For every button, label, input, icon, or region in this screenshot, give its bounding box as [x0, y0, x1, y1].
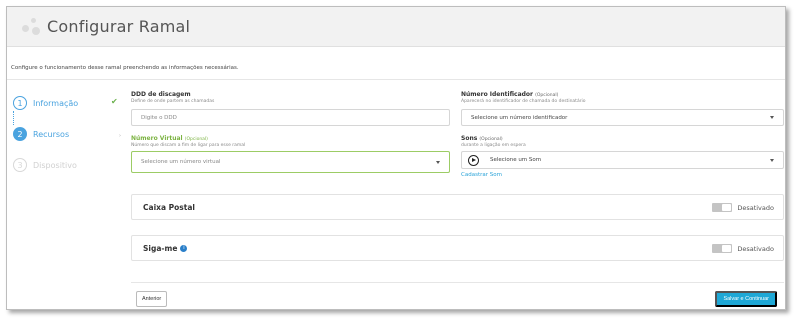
numero-virtual-select[interactable]: Selecione um número virtual: [131, 151, 450, 173]
step-number: 3: [13, 158, 27, 172]
siga-me-toggle[interactable]: [712, 244, 733, 253]
caret-down-icon: [770, 116, 774, 119]
identificador-label: Número Identificador (Opcional): [461, 91, 559, 98]
sons-value: Selecione um Som: [490, 157, 542, 163]
page-title: Configurar Ramal: [47, 17, 191, 36]
check-icon: ✔: [111, 97, 118, 106]
chevron-right-icon: ›: [119, 133, 121, 139]
ddd-help: Define de onde partem as chamadas: [131, 99, 215, 104]
stepper: 1 Informação ✔ 2 Recursos 3 Dispositivo: [13, 95, 123, 188]
configurar-ramal-window: Configurar Ramal Configure o funcionamen…: [6, 6, 786, 310]
caixa-postal-toggle[interactable]: [712, 203, 733, 212]
sons-label: Sons (Opcional): [461, 135, 503, 142]
ddd-input[interactable]: Digite o DDD: [131, 109, 450, 126]
siga-me-toggle-group: Desativado: [712, 244, 774, 253]
identificador-value: Selecione um número identificador: [471, 114, 568, 121]
step-recursos[interactable]: 2 Recursos: [13, 126, 123, 142]
ddd-label: DDD de discagem: [131, 91, 191, 98]
anterior-button[interactable]: Anterior: [136, 291, 168, 307]
step-label: Dispositivo: [33, 160, 77, 170]
step-informacao[interactable]: 1 Informação ✔: [13, 95, 123, 111]
sons-help: durante a ligação em espera: [461, 143, 526, 148]
siga-me-status: Desativado: [737, 244, 774, 253]
numero-virtual-label: Número Virtual (Opcional): [131, 135, 208, 142]
step-label: Informação: [33, 98, 79, 108]
caret-down-icon: [770, 159, 774, 162]
page-subtitle: Configure o funcionamento desse ramal pr…: [11, 65, 239, 71]
step-label: Recursos: [33, 129, 70, 139]
page-header: Configurar Ramal: [7, 7, 785, 47]
siga-me-title: Siga-me: [143, 243, 178, 253]
step-number: 2: [13, 127, 27, 141]
step-dispositivo: 3 Dispositivo: [13, 157, 123, 173]
siga-me-panel: Siga-me i Desativado: [131, 235, 784, 261]
caixa-postal-title: Caixa Postal: [143, 202, 195, 212]
logo-icon: [19, 17, 41, 36]
identificador-help: Aparecerá no identificador de chamada do…: [461, 99, 586, 104]
step-connector: [13, 111, 14, 125]
step-number: 1: [13, 96, 27, 110]
numero-virtual-help: Número que discam a fim de ligar para es…: [131, 143, 246, 148]
sons-select[interactable]: Selecione um Som: [461, 151, 784, 169]
caixa-postal-status: Desativado: [737, 203, 774, 212]
identificador-select[interactable]: Selecione um número identificador: [461, 109, 784, 126]
numero-virtual-value: Selecione um número virtual: [141, 159, 221, 165]
caixa-postal-toggle-group: Desativado: [712, 203, 774, 212]
caret-down-icon: [436, 161, 440, 164]
salvar-continuar-button[interactable]: Salvar e Continuar: [715, 291, 777, 307]
cadastrar-som-link[interactable]: Cadastrar Som: [461, 172, 502, 178]
footer-divider: [131, 282, 784, 283]
divider: [7, 79, 785, 80]
info-icon[interactable]: i: [180, 244, 188, 252]
caixa-postal-panel: Caixa Postal Desativado: [131, 194, 784, 220]
play-icon[interactable]: [468, 154, 479, 166]
